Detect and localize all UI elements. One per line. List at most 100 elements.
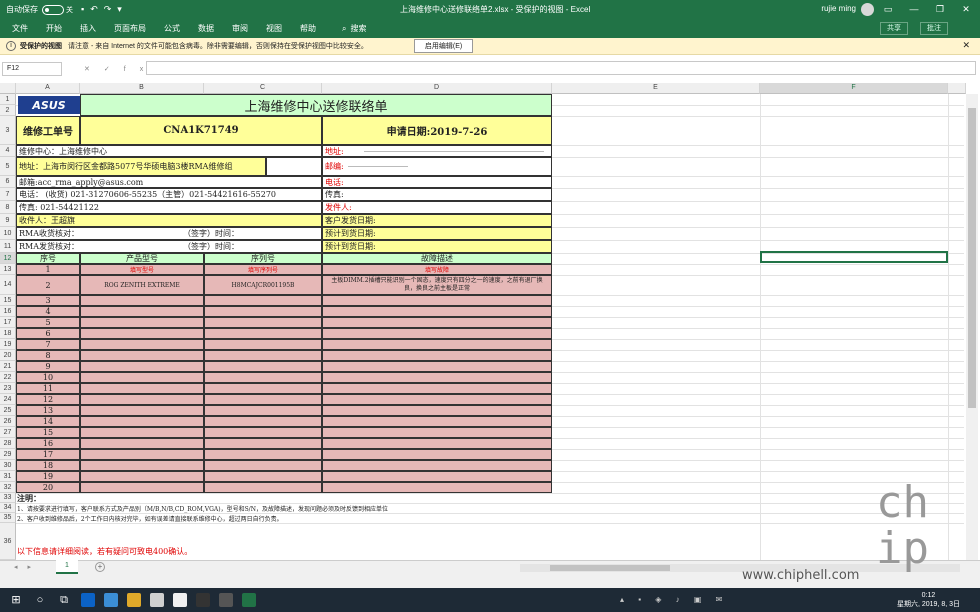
enable-editing-button[interactable]: 启用编辑(E) — [413, 39, 474, 53]
item-cell[interactable] — [80, 471, 204, 482]
clock[interactable]: 0:12 星期六, 2019, 8, 3日 — [897, 591, 960, 609]
search-box[interactable]: 搜索 — [350, 23, 366, 34]
row-header[interactable]: 33 — [0, 493, 16, 503]
recipient[interactable]: 收件人：王超旗 — [16, 214, 322, 227]
seq-cell[interactable]: 9 — [16, 361, 80, 372]
item-cell[interactable] — [322, 471, 552, 482]
note-1[interactable]: 1、请按要求进行填写，客户联系方式及产品别（M/B,N/B,CD_ROM,VGA… — [17, 503, 557, 513]
row-header[interactable]: 21 — [0, 361, 16, 372]
item-cell[interactable] — [204, 350, 322, 361]
seq-cell[interactable]: 8 — [16, 350, 80, 361]
item-cell[interactable] — [322, 460, 552, 471]
tab-page-layout[interactable]: 页面布局 — [114, 23, 146, 34]
row-header[interactable]: 23 — [0, 383, 16, 394]
item-cell[interactable] — [204, 394, 322, 405]
column-header-f[interactable]: F — [760, 83, 948, 94]
item-cell[interactable] — [204, 471, 322, 482]
redo-icon[interactable]: ↷ — [104, 4, 118, 14]
column-header-e[interactable]: E — [552, 83, 760, 94]
item-cell[interactable] — [204, 416, 322, 427]
item-cell[interactable] — [322, 339, 552, 350]
item-cell[interactable] — [204, 383, 322, 394]
row-header[interactable]: 19 — [0, 339, 16, 350]
row-header[interactable]: 20 — [0, 350, 16, 361]
column-header-a[interactable]: A — [16, 83, 80, 94]
customer-zip[interactable]: 邮编: — [322, 157, 552, 176]
system-tray-icons[interactable]: ▴ ▪ ◈ ♪ ▣ ✉ — [620, 595, 728, 604]
model-hint[interactable]: 填写型号 — [80, 264, 204, 275]
minimize-icon[interactable]: — — [902, 0, 926, 19]
item-cell[interactable] — [204, 306, 322, 317]
item-cell[interactable] — [80, 383, 204, 394]
item-cell[interactable] — [204, 361, 322, 372]
row-header[interactable]: 11 — [0, 240, 16, 253]
rma-receive-check[interactable]: RMA收货核对： （签字）时间： — [16, 227, 322, 240]
undo-icon[interactable]: ↶ — [90, 4, 104, 14]
item-cell[interactable] — [322, 394, 552, 405]
windows-start-icon[interactable]: ⊞ — [8, 593, 24, 607]
ticket-label[interactable]: 维修工单号 — [16, 116, 80, 145]
maximize-icon[interactable]: ❐ — [928, 0, 952, 19]
cancel-icon[interactable]: ✕ — [84, 66, 104, 73]
row-header[interactable]: 22 — [0, 372, 16, 383]
seq-cell[interactable]: 13 — [16, 405, 80, 416]
name-box[interactable]: F12 — [2, 62, 62, 76]
seq-cell[interactable]: 16 — [16, 438, 80, 449]
seq-cell[interactable]: 12 — [16, 394, 80, 405]
row-header[interactable]: 29 — [0, 449, 16, 460]
expected-arrival-1[interactable]: 预计到货日期: — [322, 227, 552, 240]
search-icon[interactable]: ○ — [32, 593, 48, 607]
item-cell[interactable] — [322, 317, 552, 328]
column-header-g[interactable] — [948, 83, 966, 94]
center-fax[interactable]: 传真: 021-54421122 — [16, 201, 322, 214]
seq-cell[interactable]: 2 — [16, 275, 80, 295]
row-header[interactable]: 17 — [0, 317, 16, 328]
item-model[interactable]: ROG ZENITH EXTREME — [80, 275, 204, 295]
asus-app-icon[interactable] — [219, 593, 233, 607]
seq-cell[interactable]: 11 — [16, 383, 80, 394]
center-address[interactable]: 地址：上海市闵行区金都路5077号华硕电脑3楼RMA维修组 — [16, 157, 266, 176]
row-header[interactable]: 16 — [0, 306, 16, 317]
autosave-toggle[interactable] — [42, 4, 64, 15]
share-button[interactable]: 共享 — [880, 22, 908, 35]
item-cell[interactable] — [322, 427, 552, 438]
tab-help[interactable]: 帮助 — [300, 23, 316, 34]
seq-cell[interactable]: 10 — [16, 372, 80, 383]
confirm-icon[interactable]: ✓ — [104, 66, 124, 73]
seq-cell[interactable]: 7 — [16, 339, 80, 350]
close-icon[interactable]: ✕ — [962, 40, 970, 51]
item-cell[interactable] — [322, 416, 552, 427]
save-icon[interactable]: ▪ — [81, 4, 90, 14]
seq-cell[interactable]: 1 — [16, 264, 80, 275]
item-cell[interactable] — [80, 482, 204, 493]
item-cell[interactable] — [204, 482, 322, 493]
item-cell[interactable] — [204, 427, 322, 438]
seq-cell[interactable]: 6 — [16, 328, 80, 339]
row-header[interactable]: 4 — [0, 145, 16, 157]
item-cell[interactable] — [80, 438, 204, 449]
item-cell[interactable] — [204, 317, 322, 328]
item-cell[interactable] — [80, 372, 204, 383]
row-header[interactable]: 30 — [0, 460, 16, 471]
chrome-icon[interactable] — [127, 593, 141, 607]
item-cell[interactable] — [204, 460, 322, 471]
item-cell[interactable] — [322, 350, 552, 361]
item-cell[interactable] — [322, 449, 552, 460]
apply-date[interactable]: 申请日期:2019-7-26 — [322, 116, 552, 145]
tab-file[interactable]: 文件 — [12, 23, 28, 34]
row-header[interactable]: 31 — [0, 471, 16, 482]
item-cell[interactable] — [322, 361, 552, 372]
customize-icon[interactable]: ▾ — [117, 4, 128, 14]
row-header[interactable]: 10 — [0, 227, 16, 240]
item-cell[interactable] — [322, 295, 552, 306]
row-header[interactable]: 7 — [0, 188, 16, 201]
item-cell[interactable] — [80, 361, 204, 372]
item-cell[interactable] — [204, 449, 322, 460]
row-header[interactable]: 2 — [0, 105, 16, 116]
tab-insert[interactable]: 插入 — [80, 23, 96, 34]
comment-button[interactable]: 批注 — [920, 22, 948, 35]
sheet-tab-1[interactable]: 1 — [56, 560, 78, 574]
header-seq[interactable]: 序号 — [16, 253, 80, 264]
sheet-nav-icons[interactable]: ◂▸ — [14, 563, 41, 571]
customer-fax[interactable]: 传真: — [322, 188, 552, 201]
